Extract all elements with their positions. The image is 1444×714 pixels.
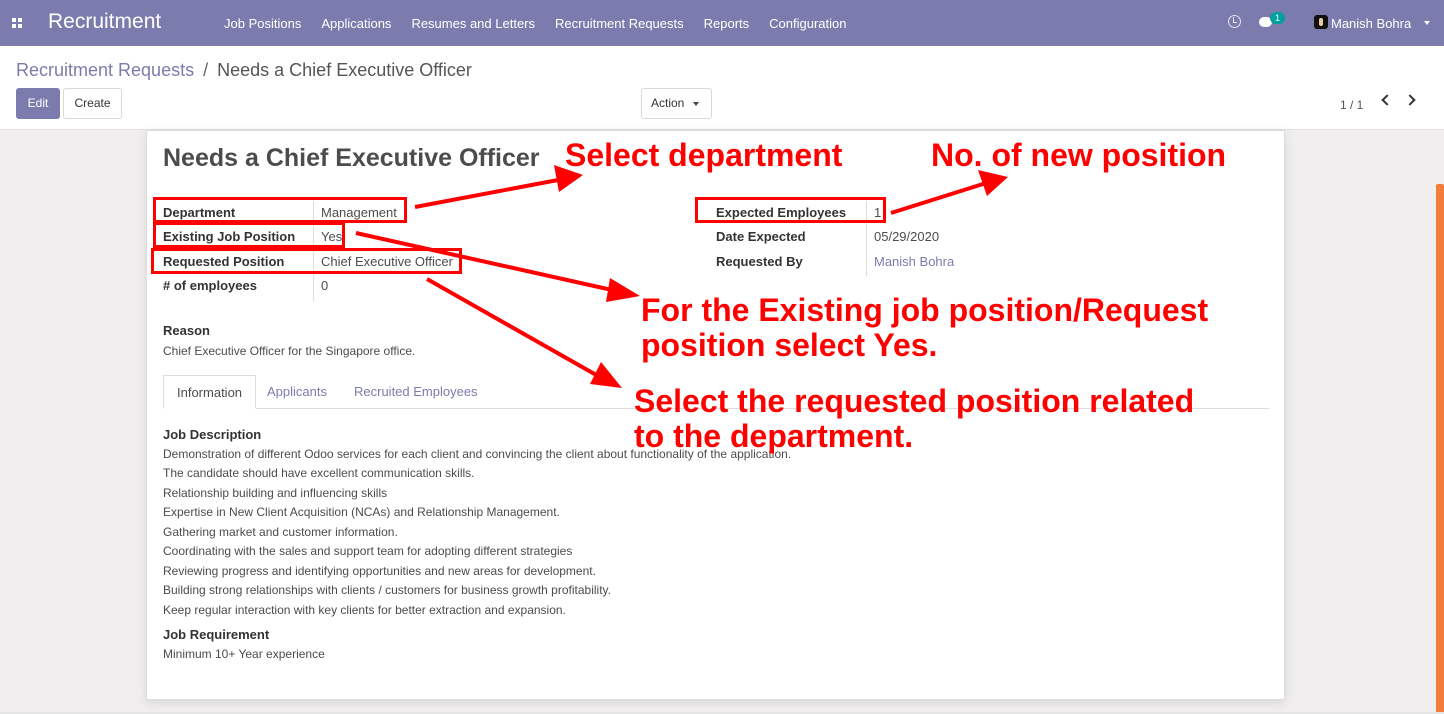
job-description-line: Reviewing progress and identifying oppor… (163, 564, 596, 578)
expected-employees-highlight-box (695, 197, 886, 223)
annotation-select-department: Select department (565, 137, 843, 173)
edit-button[interactable]: Edit (16, 88, 60, 119)
requested-by-link[interactable]: Manish Bohra (874, 254, 954, 269)
breadcrumb-parent-link[interactable]: Recruitment Requests (16, 60, 194, 80)
menu-configuration[interactable]: Configuration (759, 16, 856, 31)
caret-down-icon (693, 102, 699, 106)
employee-count-label: # of employees (163, 278, 257, 293)
job-description-line: Coordinating with the sales and support … (163, 544, 573, 558)
control-panel: Recruitment Requests / Needs a Chief Exe… (0, 46, 1444, 130)
main-menu: Job Positions Applications Resumes and L… (214, 16, 857, 31)
reason-label: Reason (163, 323, 210, 338)
top-navbar: Recruitment Job Positions Applications R… (0, 0, 1444, 46)
breadcrumb-current: Needs a Chief Executive Officer (217, 60, 472, 80)
create-button[interactable]: Create (63, 88, 122, 119)
menu-reports[interactable]: Reports (694, 16, 760, 31)
requested-position-highlight-box (151, 248, 462, 274)
annotation-new-position: No. of new position (931, 137, 1227, 173)
record-title: Needs a Chief Executive Officer (163, 144, 540, 172)
user-menu-name[interactable]: Manish Bohra (1331, 16, 1411, 31)
action-dropdown-button[interactable]: Action (641, 88, 712, 119)
date-expected-label: Date Expected (716, 229, 806, 244)
menu-job-positions[interactable]: Job Positions (214, 16, 311, 31)
job-requirement-text: Minimum 10+ Year experience (163, 647, 325, 661)
breadcrumb: Recruitment Requests / Needs a Chief Exe… (16, 60, 472, 81)
job-description-line: Gathering market and customer informatio… (163, 525, 398, 539)
menu-recruitment-requests[interactable]: Recruitment Requests (545, 16, 694, 31)
menu-resumes-letters[interactable]: Resumes and Letters (401, 16, 545, 31)
job-description-line: Relationship building and influencing sk… (163, 486, 388, 500)
existing-position-highlight-box (153, 222, 345, 248)
menu-applications[interactable]: Applications (311, 16, 401, 31)
reason-text: Chief Executive Officer for the Singapor… (163, 344, 416, 358)
employee-count-value: 0 (321, 278, 329, 293)
requested-by-label: Requested By (716, 254, 803, 269)
date-expected-value: 05/29/2020 (874, 229, 940, 244)
pager-value[interactable]: 1 / 1 (1340, 98, 1363, 112)
tab-applicants[interactable]: Applicants (254, 375, 340, 409)
activity-clock-icon[interactable] (1228, 15, 1241, 28)
tab-recruited-employees[interactable]: Recruited Employees (341, 375, 491, 409)
chat-count-badge: 1 (1270, 12, 1286, 24)
pager-next-icon[interactable] (1404, 94, 1416, 106)
job-description-label: Job Description (163, 427, 262, 442)
app-brand[interactable]: Recruitment (48, 10, 161, 34)
pager-previous-icon[interactable] (1381, 94, 1393, 106)
annotation-requested-position-line2: to the department. (634, 418, 914, 454)
job-description-line: The candidate should have excellent comm… (163, 466, 475, 480)
department-highlight-box (153, 197, 407, 223)
annotation-existing-position-line1: For the Existing job position/Request (641, 292, 1209, 328)
annotation-requested-position-line1: Select the requested position related (634, 383, 1195, 419)
annotation-existing-position-line2: position select Yes. (641, 327, 938, 363)
job-description-line: Building strong relationships with clien… (163, 583, 611, 597)
breadcrumb-separator: / (203, 60, 209, 80)
job-requirement-label: Job Requirement (163, 627, 270, 642)
apps-menu-icon[interactable] (12, 18, 22, 28)
scrollbar[interactable] (1436, 184, 1444, 714)
job-description-line: Keep regular interaction with key client… (163, 603, 566, 617)
caret-down-icon[interactable] (1424, 21, 1430, 25)
action-label: Action (651, 96, 685, 110)
tab-information[interactable]: Information (163, 375, 257, 409)
user-avatar[interactable] (1314, 15, 1328, 29)
job-description-line: Expertise in New Client Acquisition (NCA… (163, 505, 560, 519)
